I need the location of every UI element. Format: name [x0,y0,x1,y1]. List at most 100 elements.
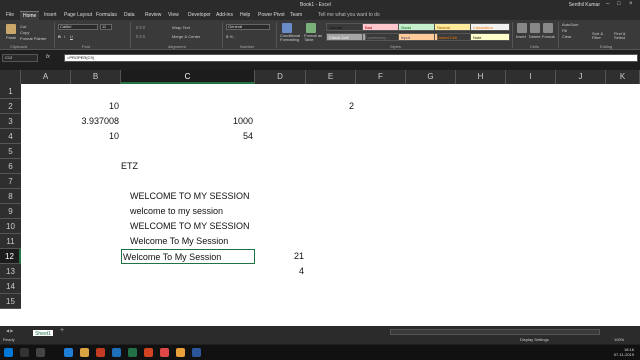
row-header-3[interactable]: 3 [0,114,21,129]
currency-icon[interactable]: $ % , [226,34,235,39]
cell-d12[interactable]: 21 [255,249,306,264]
insert-cells-icon[interactable] [517,23,527,33]
copy-button[interactable]: Copy [20,30,29,35]
merge-center-button[interactable]: Merge & Center [172,34,200,39]
format-cells-icon[interactable] [543,23,553,33]
column-header-h[interactable]: H [456,70,506,84]
zoom-level[interactable]: 100% [614,336,624,344]
row-header-9[interactable]: 9 [0,204,21,219]
system-clock[interactable]: 18:16 07-11-2019 [614,347,634,357]
style-bad[interactable]: Bad [362,23,402,31]
style-check-cell[interactable]: Check Cell [326,33,366,41]
formula-input[interactable]: =PROPER(C9) [64,54,638,62]
app-icon[interactable] [176,348,185,357]
cell-e2[interactable]: 2 [306,99,356,114]
edge-icon[interactable] [64,348,73,357]
paste-button[interactable]: Paste [6,35,16,40]
column-header-d[interactable]: D [255,70,306,84]
maximize-icon[interactable]: □ [617,1,621,7]
tab-power-pivot[interactable]: Power Pivot [258,12,285,18]
worksheet-grid[interactable]: A B C D E F G H I J K 1 2 3 4 5 6 7 8 9 … [0,70,640,326]
row-header-7[interactable]: 7 [0,174,21,189]
align-left-icon[interactable]: ≡ ≡ ≡ [136,34,145,39]
find-select-button[interactable]: Find & Select [614,32,636,40]
row-header-13[interactable]: 13 [0,264,21,279]
row-header-2[interactable]: 2 [0,99,21,114]
style-linked-cell[interactable]: Linked Cell [434,33,474,41]
horizontal-scrollbar[interactable] [390,329,600,335]
tab-formulas[interactable]: Formulas [96,12,117,18]
cell-c4[interactable]: 54 [121,129,255,144]
number-format-select[interactable]: General [226,24,270,30]
font-size-select[interactable]: 11 [100,24,112,30]
add-sheet-icon[interactable]: + [60,327,64,334]
sort-filter-button[interactable]: Sort & Filter [592,32,612,40]
style-calculation[interactable]: Calculation [470,23,510,31]
file-explorer-icon[interactable] [80,348,89,357]
cell-b6[interactable]: ETZ [121,159,138,174]
row-header-8[interactable]: 8 [0,189,21,204]
underline-icon[interactable]: U [70,34,73,39]
format-as-table-icon[interactable] [306,23,316,33]
cell-b2[interactable]: 10 [71,99,121,114]
tab-team[interactable]: Team [290,12,302,18]
delete-cells-button[interactable]: Delete [529,34,541,39]
row-header-6[interactable]: 6 [0,159,21,174]
column-header-c[interactable]: C [121,70,255,84]
tab-file[interactable]: File [6,12,14,18]
clear-button[interactable]: Clear [562,34,572,39]
cut-button[interactable]: Cut [20,24,26,29]
store-icon[interactable] [112,348,121,357]
column-header-j[interactable]: J [556,70,606,84]
fx-icon[interactable]: fx [46,54,50,60]
conditional-formatting-icon[interactable] [282,23,292,33]
row-header-15[interactable]: 15 [0,294,21,309]
word-icon[interactable] [192,348,201,357]
column-header-k[interactable]: K [606,70,640,84]
style-neutral[interactable]: Neutral [434,23,474,31]
column-header-b[interactable]: B [71,70,121,84]
tab-data[interactable]: Data [124,12,135,18]
style-good[interactable]: Good [398,23,438,31]
tell-me-search[interactable]: Tell me what you want to do [318,12,380,18]
column-header-f[interactable]: F [356,70,406,84]
name-box[interactable]: C12 [2,54,38,62]
tab-view[interactable]: View [168,12,179,18]
format-as-table-button[interactable]: Format as Table [304,34,322,42]
align-top-icon[interactable]: ≡ ≡ ≡ [136,25,145,30]
column-header-a[interactable]: A [21,70,71,84]
autosum-button[interactable]: AutoSum [562,22,578,27]
column-header-g[interactable]: G [406,70,456,84]
search-icon[interactable] [20,348,29,357]
row-header-11[interactable]: 11 [0,234,21,249]
column-header-e[interactable]: E [306,70,356,84]
cell-c12-active[interactable]: Welcome To My Session [121,249,255,264]
cell-b9[interactable]: welcome to my session [130,204,223,219]
fill-button[interactable]: Fill [562,28,567,33]
windows-start-icon[interactable] [4,348,13,357]
format-painter-button[interactable]: Format Painter [20,36,46,41]
user-name[interactable]: Senthil Kumar [569,2,600,8]
tab-help[interactable]: Help [240,12,250,18]
cell-b3[interactable]: 3.937008 [71,114,121,129]
row-header-14[interactable]: 14 [0,279,21,294]
cell-c3[interactable]: 1000 [121,114,255,129]
powerpoint-icon[interactable] [144,348,153,357]
cell-d13[interactable]: 4 [255,264,306,279]
tab-insert[interactable]: Insert [44,12,57,18]
app-icon[interactable] [96,348,105,357]
minimize-icon[interactable]: – [606,1,609,7]
format-cells-button[interactable]: Format [542,34,555,39]
row-header-10[interactable]: 10 [0,219,21,234]
row-header-4[interactable]: 4 [0,129,21,144]
delete-cells-icon[interactable] [530,23,540,33]
select-all-corner[interactable] [0,70,21,84]
row-header-12[interactable]: 12 [0,249,21,264]
close-icon[interactable]: × [629,1,633,7]
tab-page-layout[interactable]: Page Layout [64,12,92,18]
tab-add-ins[interactable]: Add-ins [216,12,233,18]
cell-b8[interactable]: WELCOME TO MY SESSION [130,189,250,204]
wrap-text-button[interactable]: Wrap Text [172,25,190,30]
conditional-formatting-button[interactable]: Conditional Formatting [280,34,302,42]
task-view-icon[interactable] [36,348,45,357]
